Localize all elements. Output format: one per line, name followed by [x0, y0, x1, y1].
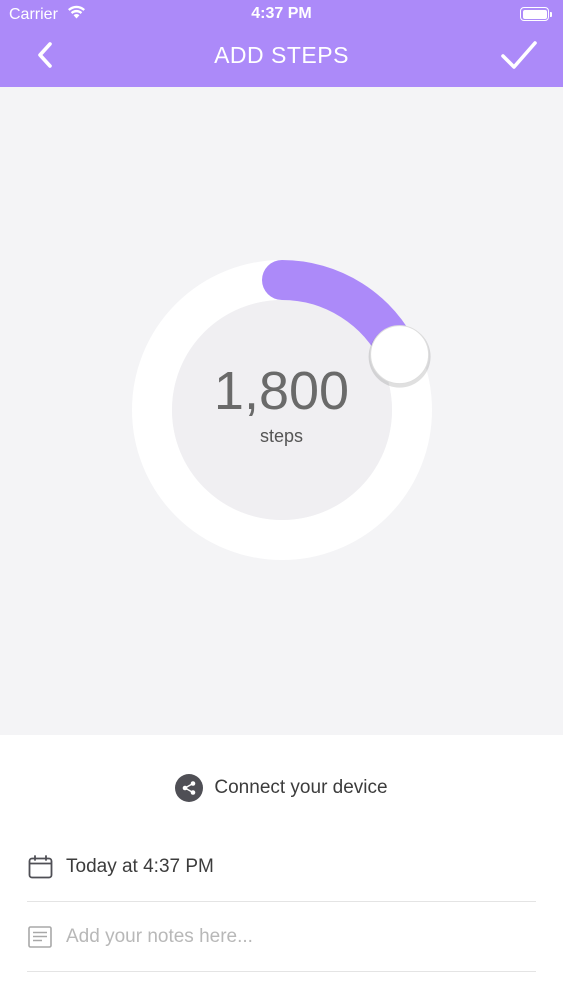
status-bar: Carrier 4:37 PM [0, 0, 563, 30]
date-label: Today at 4:37 PM [66, 855, 214, 877]
calendar-icon [27, 854, 53, 879]
steps-unit: steps [259, 426, 304, 446]
battery-icon [520, 7, 552, 21]
date-row[interactable]: Today at 4:37 PM [27, 832, 536, 902]
notes-input[interactable] [66, 925, 506, 948]
page-title: ADD STEPS [214, 42, 349, 68]
notes-row [27, 902, 536, 972]
notes-icon [27, 925, 53, 948]
step-dial-area: 1,800 steps [0, 87, 563, 735]
share-icon [175, 774, 204, 802]
connect-device-button[interactable]: Connect your device [0, 772, 563, 804]
header: Carrier 4:37 PM ADD STEPS [0, 0, 563, 87]
connect-device-label: Connect your device [214, 777, 388, 798]
clock: 4:37 PM [251, 5, 312, 22]
confirm-button[interactable] [496, 36, 542, 78]
checkmark-icon [500, 39, 538, 76]
steps-value: 1,800 [213, 361, 350, 421]
